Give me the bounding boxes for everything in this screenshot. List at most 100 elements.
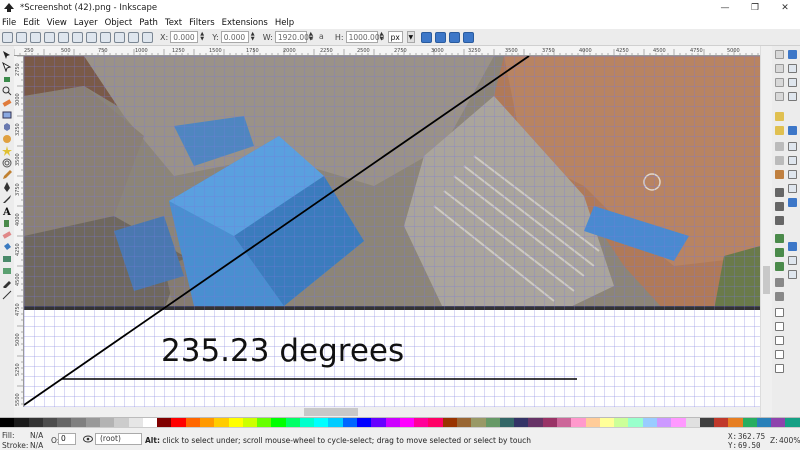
menu-object[interactable]: Object [105,18,133,28]
calligraphy-tool-icon[interactable] [2,194,12,204]
palette-swatch[interactable] [371,418,386,427]
snap-page-border-icon[interactable] [788,242,797,251]
gradient-tool-icon[interactable] [2,254,12,264]
vertical-scrollbar[interactable] [760,46,772,417]
palette-swatch[interactable] [128,418,143,427]
drawing-canvas[interactable]: 235.23 degrees [24,56,760,407]
ungroup-icon[interactable] [775,292,784,301]
x-input[interactable]: 0.000 [170,31,199,43]
palette-swatch[interactable] [399,418,415,427]
palette-swatch[interactable] [528,418,543,427]
palette-swatch[interactable] [257,418,272,427]
palette-swatch[interactable] [357,418,372,427]
lower-to-bottom-icon[interactable] [142,31,153,43]
snap-bbox-icon[interactable] [788,64,797,73]
palette-swatch[interactable] [571,418,586,427]
eraser-tool-icon[interactable] [2,230,12,240]
save-document-icon[interactable] [775,78,784,87]
raise-icon[interactable] [114,31,125,43]
menu-help[interactable]: Help [275,18,294,28]
palette-swatch[interactable] [242,418,258,427]
menu-edit[interactable]: Edit [23,18,39,28]
stroke-value[interactable]: N/A [30,441,43,450]
palette-swatch[interactable] [28,418,43,427]
rect-tool-icon[interactable] [2,110,12,120]
palette-swatch[interactable] [642,418,657,427]
palette-swatch[interactable] [285,418,300,427]
palette-swatch[interactable] [699,418,715,427]
palette-swatch[interactable] [414,418,429,427]
palette-swatch[interactable] [656,418,672,427]
pen-tool-icon[interactable] [2,182,12,192]
menu-text[interactable]: Text [165,18,182,28]
horizontal-scroll-thumb[interactable] [304,408,358,416]
palette-swatch[interactable] [685,418,700,427]
undo-icon[interactable] [775,142,784,151]
menu-view[interactable]: View [47,18,67,28]
palette-swatch[interactable] [314,418,329,427]
palette-swatch[interactable] [742,418,757,427]
snap-grid-icon[interactable] [788,256,797,265]
lower-icon[interactable] [128,31,139,43]
eye-icon[interactable] [83,435,93,443]
palette-swatch[interactable] [457,418,472,427]
zoom-value[interactable]: 400% [779,436,800,445]
print-icon[interactable] [775,92,784,101]
snap-cusp-nodes-icon[interactable] [788,170,797,179]
zoom-tool-icon[interactable] [2,86,12,96]
palette-swatch[interactable] [85,418,100,427]
copy-icon[interactable] [775,170,784,179]
menu-path[interactable]: Path [139,18,158,28]
palette-swatch[interactable] [556,418,572,427]
menu-extensions[interactable]: Extensions [222,18,268,28]
raise-to-top-icon[interactable] [100,31,111,43]
zoom-drawing-icon[interactable] [775,202,784,211]
units-select[interactable]: px [387,31,403,43]
palette-swatch[interactable] [99,418,115,427]
palette-swatch[interactable] [542,418,557,427]
palette-swatch[interactable] [442,418,457,427]
palette-swatch[interactable] [785,418,800,427]
palette-swatch[interactable] [614,418,629,427]
palette-swatch[interactable] [157,418,172,427]
x-spinner[interactable]: ▲ ▼ [200,31,206,43]
palette-swatch[interactable] [214,418,229,427]
palette-swatch[interactable] [428,418,443,427]
text-tool-icon[interactable]: A [2,206,12,216]
vertical-scroll-thumb[interactable] [763,266,770,294]
clone-icon[interactable] [775,248,784,257]
palette-swatch[interactable] [185,418,200,427]
palette-swatch[interactable] [271,418,286,427]
3d-box-tool-icon[interactable] [2,122,12,132]
flip-horizontal-icon[interactable] [72,31,83,43]
export-icon[interactable] [775,126,784,135]
rotate-cw-icon[interactable] [58,31,69,43]
palette-swatch[interactable] [328,418,343,427]
palette-swatch[interactable] [199,418,215,427]
layers-icon[interactable] [775,336,784,345]
group-icon[interactable] [775,278,784,287]
redo-icon[interactable] [775,156,784,165]
palette-swatch[interactable] [671,418,686,427]
connector-tool-icon[interactable] [2,290,12,300]
palette-swatch[interactable] [42,418,58,427]
pencil-tool-icon[interactable] [2,170,12,180]
palette-swatch[interactable] [142,418,158,427]
h-input[interactable]: 1000.000 [345,31,384,43]
palette-swatch[interactable] [57,418,72,427]
h-spinner[interactable]: ▲ ▼ [380,31,386,43]
snap-intersections-icon[interactable] [788,156,797,165]
palette-swatch[interactable] [14,418,29,427]
w-spinner[interactable]: ▲ ▼ [309,31,315,43]
zoom-selection-icon[interactable] [775,188,784,197]
import-icon[interactable] [775,112,784,121]
palette-swatch[interactable] [728,418,743,427]
node-tool-icon[interactable] [2,62,12,72]
palette-swatch[interactable] [756,418,772,427]
star-tool-icon[interactable] [2,146,12,156]
open-document-icon[interactable] [775,64,784,73]
selector-tool-icon[interactable] [2,50,12,60]
align-distribute-icon[interactable] [775,364,784,373]
spiral-tool-icon[interactable] [2,158,12,168]
w-input[interactable]: 1920.000 [274,31,314,43]
